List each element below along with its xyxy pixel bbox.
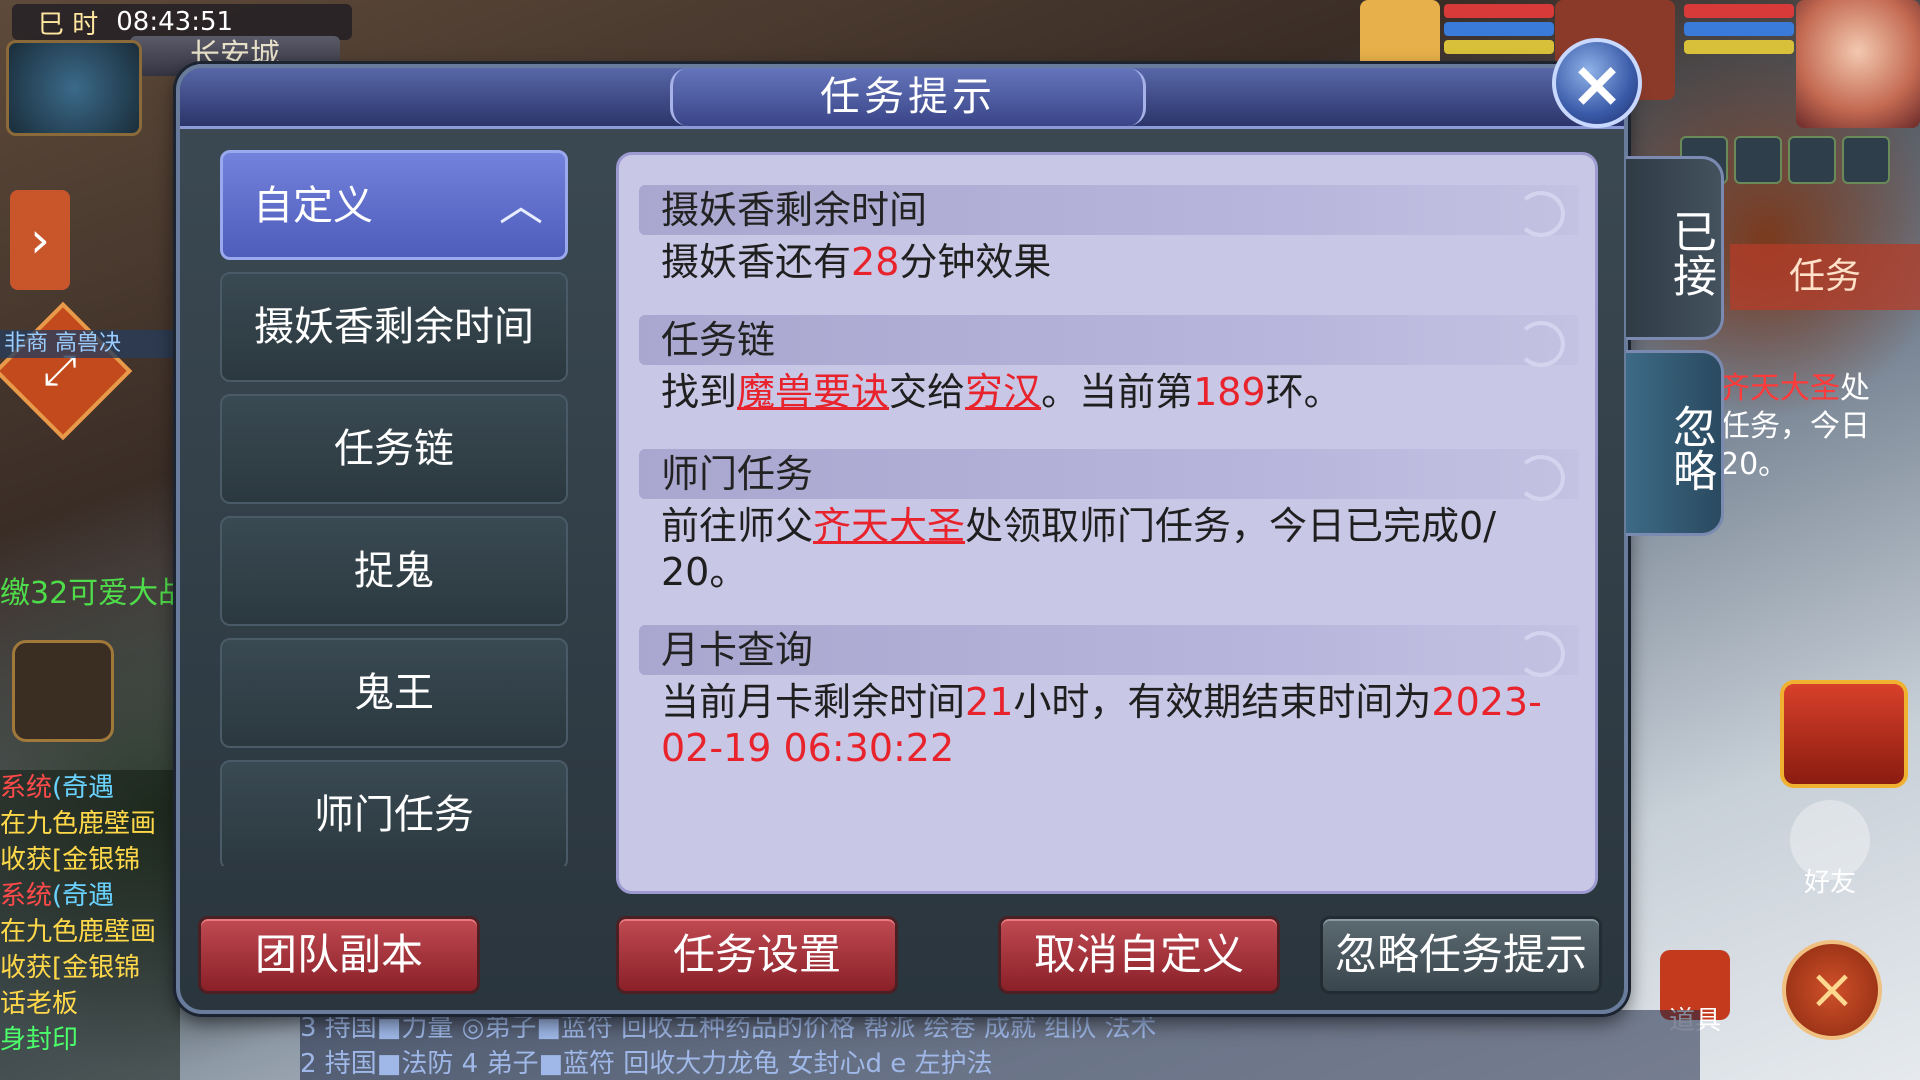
section-body: 找到魔兽要诀交给穷汉。当前第189环。 — [661, 370, 1342, 414]
tab-ignored[interactable]: 忽略 — [1626, 350, 1724, 536]
task-detail-panel: 摄妖香剩余时间 摄妖香还有28分钟效果 任务链 找到魔兽要诀交给穷汉。当前第18… — [616, 152, 1598, 894]
chat-panel[interactable]: 系统(奇遇 在九色鹿壁画 收获[金银锦 系统(奇遇 在九色鹿壁画 收获[金银锦 … — [0, 770, 180, 1080]
task-category-list[interactable]: 自定义 ︿ 摄妖香剩余时间 任务链 捉鬼 鬼王 师门任务 — [220, 150, 568, 866]
section-title: 摄妖香剩余时间 — [639, 185, 1579, 237]
player-status-bars — [1684, 4, 1794, 64]
close-menu-icon[interactable]: × — [1782, 940, 1882, 1040]
chain-ring-number: 189 — [1193, 370, 1266, 414]
swirl-ornament-icon — [1517, 191, 1565, 237]
chevron-up-icon: ︿ — [499, 180, 543, 231]
item-link[interactable]: 魔兽要诀 — [737, 370, 889, 414]
dialog-title-bar: 任务提示 — [180, 68, 1624, 129]
swirl-ornament-icon — [1517, 455, 1565, 501]
chat-line: 在九色鹿壁画 — [0, 917, 157, 947]
master-link[interactable]: 齐天大圣 — [813, 504, 965, 548]
clock-time: 08:43:51 — [116, 7, 234, 37]
npc-link[interactable]: 穷汉 — [965, 370, 1041, 414]
chat-line: 在九色鹿壁画 — [0, 809, 157, 839]
buff-icon — [1842, 136, 1890, 184]
player-name-label: 缴32可爱大战 — [0, 576, 189, 611]
chat-line: 收获[金银锦 — [0, 845, 141, 875]
task-hint-dialog: 任务提示 自定义 ︿ 摄妖香剩余时间 任务链 捉鬼 鬼王 师门任务 摄妖香剩余时… — [176, 64, 1628, 1014]
task-settings-button[interactable]: 任务设置 — [616, 916, 898, 994]
list-item-ghost-catching[interactable]: 捉鬼 — [220, 516, 568, 626]
section-body: 当前月卡剩余时间21小时，有效期结束时间为2023- 02-19 06:30:22 — [661, 680, 1542, 770]
time-period: 巳 时 — [38, 9, 99, 40]
friends-label[interactable]: 好友 — [1790, 862, 1870, 899]
section-title: 师门任务 — [639, 449, 1579, 501]
section-month-card: 月卡查询 当前月卡剩余时间21小时，有效期结束时间为2023- 02-19 06:… — [639, 625, 1579, 771]
chat-line: 系统(奇遇 — [0, 881, 115, 911]
bottom-menu-strip: 3 持国■力量 ◎弟子■蓝符 回收五种药品的价格 帮派 绘卷 成就 组队 法术 … — [300, 1010, 1700, 1080]
ignore-task-tips-button[interactable]: 忽略任务提示 — [1320, 916, 1602, 994]
chat-line: 话老板 — [0, 989, 79, 1019]
section-title: 月卡查询 — [639, 625, 1579, 677]
chat-line: 系统(奇遇 — [0, 773, 115, 803]
game-clock: 巳 时 08:43:51 — [12, 4, 352, 40]
section-body: 摄妖香还有28分钟效果 — [661, 240, 1052, 284]
section-sect-task: 师门任务 前往师父齐天大圣处领取师门任务，今日已完成0/20。 — [639, 449, 1579, 595]
minimap-icon[interactable] — [6, 40, 142, 136]
chat-bubble-icon[interactable] — [12, 640, 114, 742]
incense-minutes: 28 — [851, 240, 900, 284]
month-card-end: 2023- — [1431, 680, 1542, 724]
team-dungeon-button[interactable]: 团队副本 — [198, 916, 480, 994]
tab-accepted[interactable]: 已接 — [1626, 156, 1724, 340]
task-tracker-tab[interactable]: 任务 — [1730, 244, 1920, 310]
section-title: 任务链 — [639, 315, 1579, 367]
skill-notice: 非商 高兽决 — [0, 330, 174, 358]
list-item-incense-time[interactable]: 摄妖香剩余时间 — [220, 272, 568, 382]
pet-status-bars — [1444, 4, 1554, 64]
dialog-title: 任务提示 — [670, 68, 1146, 126]
section-task-chain: 任务链 找到魔兽要诀交给穷汉。当前第189环。 — [639, 315, 1579, 415]
swirl-ornament-icon — [1517, 321, 1565, 367]
swirl-ornament-icon — [1517, 631, 1565, 677]
list-item-custom[interactable]: 自定义 ︿ — [220, 150, 568, 260]
month-card-end-time: 02-19 06:30:22 — [661, 726, 955, 770]
expand-arrow-icon[interactable]: › — [10, 190, 70, 290]
close-icon[interactable]: × — [1552, 38, 1642, 128]
section-body: 前往师父齐天大圣处领取师门任务，今日已完成0/20。 — [661, 504, 1497, 594]
list-item-label: 自定义 — [253, 183, 373, 229]
month-card-hours: 21 — [965, 680, 1014, 724]
list-item-sect-task[interactable]: 师门任务 — [220, 760, 568, 866]
section-incense: 摄妖香剩余时间 摄妖香还有28分钟效果 — [639, 185, 1579, 285]
task-tracker-text: 齐天大圣处 任务，今日 20。 — [1720, 371, 1870, 482]
chat-line: 身封印 — [0, 1025, 79, 1055]
list-item-ghost-king[interactable]: 鬼王 — [220, 638, 568, 748]
buff-icon — [1734, 136, 1782, 184]
list-item-task-chain[interactable]: 任务链 — [220, 394, 568, 504]
player-avatar[interactable] — [1796, 0, 1920, 128]
treasure-chest-icon[interactable] — [1780, 680, 1908, 788]
cancel-custom-button[interactable]: 取消自定义 — [998, 916, 1280, 994]
chat-line: 收获[金银锦 — [0, 953, 141, 983]
pet-portrait[interactable] — [1360, 0, 1440, 70]
buff-icon — [1788, 136, 1836, 184]
